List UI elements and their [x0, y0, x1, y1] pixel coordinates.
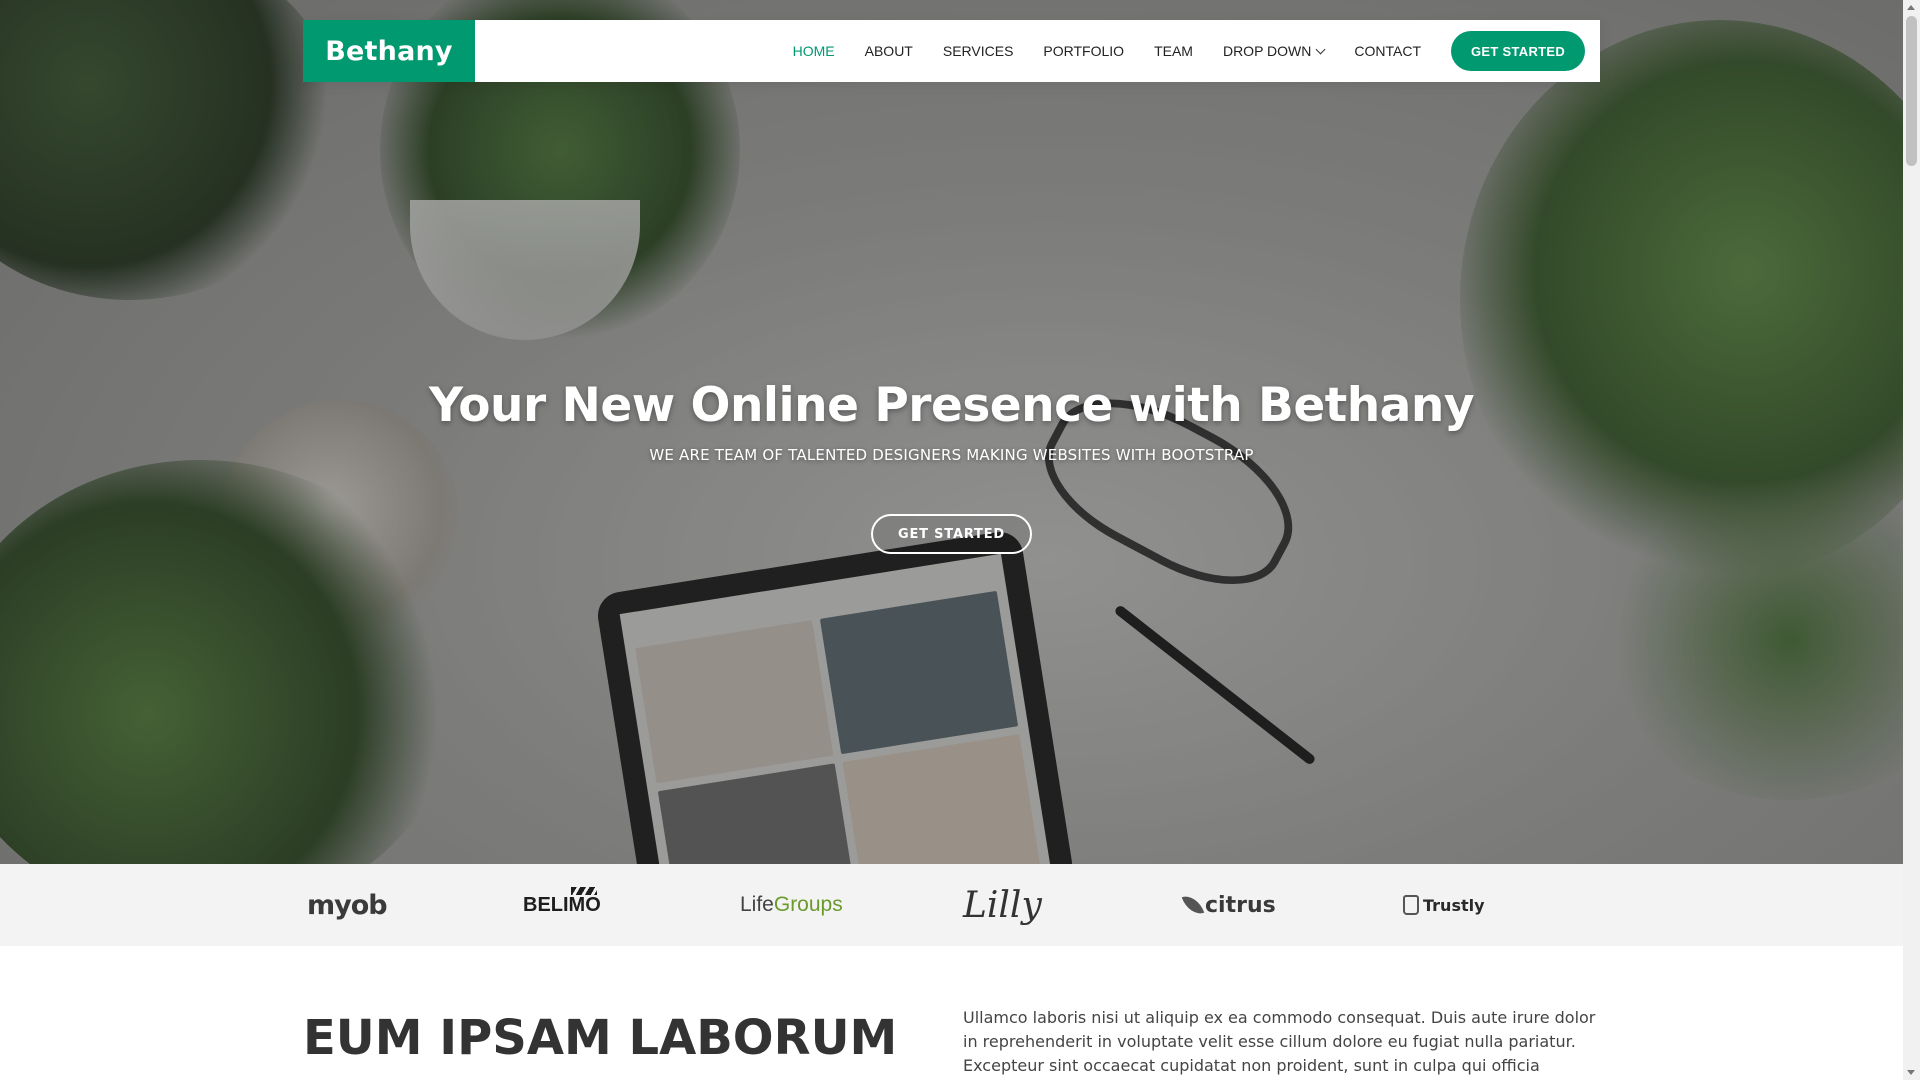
nav-item-about[interactable]: ABOUT: [865, 43, 913, 59]
nav-item-dropdown-label: DROP DOWN: [1222, 43, 1312, 59]
nav-item-services[interactable]: SERVICES: [943, 43, 1014, 59]
client-logo-lilly[interactable]: Lilly: [963, 864, 1042, 946]
nav-item-dropdown[interactable]: DROP DOWN: [1222, 43, 1326, 59]
scroll-down-arrow-icon[interactable]: [1907, 1070, 1915, 1075]
client-logo-text: Trustly: [1423, 895, 1485, 915]
hero-subtitle: WE ARE TEAM OF TALENTED DESIGNERS MAKING…: [649, 446, 1254, 464]
client-logo-trustly[interactable]: Trustly: [1403, 864, 1485, 946]
scrollbar-thumb[interactable]: [1906, 16, 1917, 166]
chevron-down-icon: [1315, 44, 1326, 54]
main-nav: HOME ABOUT SERVICES PORTFOLIO TEAM DROP …: [778, 20, 1600, 82]
nav-item-portfolio[interactable]: PORTFOLIO: [1043, 43, 1124, 59]
client-logo-myob[interactable]: myob: [307, 864, 388, 946]
hero-get-started-button[interactable]: GET STARTED: [871, 514, 1032, 554]
nav-item-team[interactable]: TEAM: [1154, 43, 1193, 59]
scroll-up-arrow-icon[interactable]: [1907, 5, 1915, 10]
about-title: EUM IPSAM LABORUM: [303, 1010, 898, 1066]
site-logo[interactable]: Bethany: [303, 20, 475, 82]
belimo-mark-icon: [570, 887, 597, 895]
client-logo-text: myob: [307, 889, 388, 921]
hero-title: Your New Online Presence with Bethany: [428, 378, 1475, 433]
client-logo-text: Life: [740, 893, 774, 916]
client-logo-citrus[interactable]: citrus: [1181, 864, 1276, 946]
client-logo-text: BELIMO: [523, 893, 601, 916]
nav-item-contact[interactable]: CONTACT: [1354, 43, 1421, 59]
site-header: Bethany HOME ABOUT SERVICES PORTFOLIO TE…: [303, 20, 1600, 82]
about-text: Ullamco laboris nisi ut aliquip ex ea co…: [963, 1008, 1596, 1075]
page-scrollbar[interactable]: [1903, 0, 1920, 1080]
citrus-leaf-icon: [1181, 891, 1205, 919]
client-logo-text: Lilly: [963, 884, 1042, 926]
shopping-bag-icon: [1403, 895, 1419, 915]
clients-section: myob BELIMO Life Groups Lilly citrus Trus…: [0, 864, 1903, 946]
client-logo-belimo[interactable]: BELIMO: [523, 864, 627, 946]
nav-item-home[interactable]: HOME: [793, 43, 835, 59]
client-logo-lifegroups[interactable]: Life Groups: [740, 864, 843, 946]
hero-section: Your New Online Presence with Bethany WE…: [0, 0, 1903, 864]
client-logo-text: Groups: [773, 893, 843, 916]
header-get-started-button[interactable]: GET STARTED: [1451, 31, 1585, 71]
client-logo-text: citrus: [1205, 892, 1276, 918]
